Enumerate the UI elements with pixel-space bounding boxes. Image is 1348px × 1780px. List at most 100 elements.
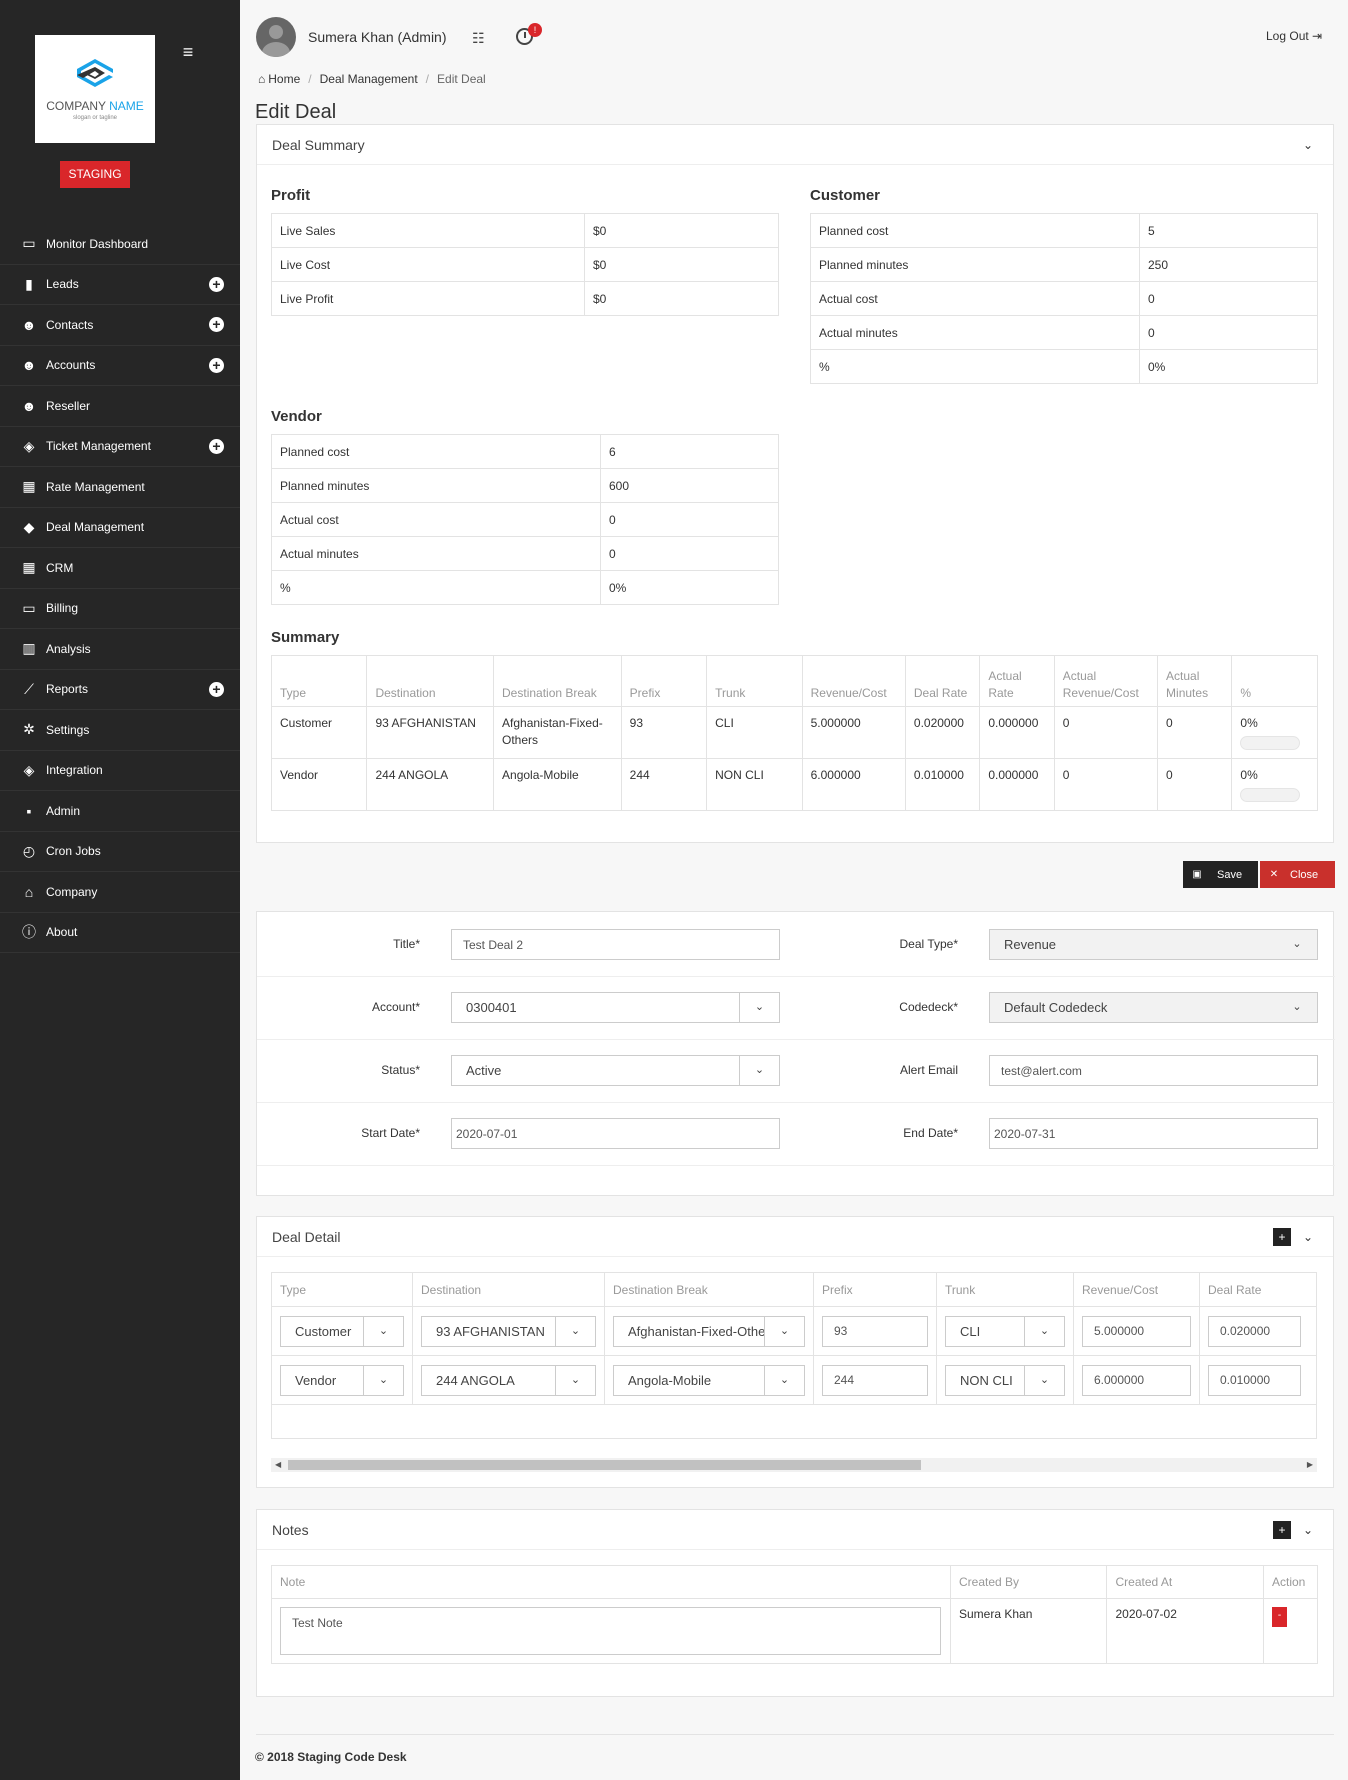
sidebar-item-label: About: [46, 925, 78, 940]
add-detail-button[interactable]: +: [1273, 1228, 1291, 1246]
sidebar-item-accounts[interactable]: ☻ Accounts +: [0, 346, 240, 386]
sidebar-item-contacts[interactable]: ☻ Contacts +: [0, 305, 240, 346]
revenue-cost-input[interactable]: 6.000000: [1082, 1364, 1191, 1396]
breadcrumb-home[interactable]: Home: [268, 72, 300, 86]
delete-note-button[interactable]: -: [1271, 1607, 1287, 1627]
notes-table: Note Created By Created At Action Test Note S…: [271, 1565, 1319, 1664]
codedeck-select[interactable]: Default Codedeck ⌄: [989, 992, 1318, 1023]
sidebar-nav: ▭ Monitor Dashboard ▮ Leads + ☻ Contacts + ☻ Acco…: [0, 224, 240, 953]
end-date-input[interactable]: 2020-07-31: [989, 1118, 1318, 1149]
trunk-select[interactable]: CLI ⌄: [945, 1315, 1065, 1347]
chevron-down-icon[interactable]: ⌄: [1303, 1230, 1313, 1244]
breadcrumb-section[interactable]: Deal Management: [320, 72, 418, 86]
save-button[interactable]: ▣ Save: [1183, 861, 1258, 888]
chevron-down-icon[interactable]: ⌄: [1303, 1523, 1313, 1537]
chevron-down-icon: ⌄: [764, 1365, 804, 1395]
type-select[interactable]: Vendor ⌄: [280, 1364, 404, 1396]
scroll-left-icon[interactable]: ◀: [275, 1458, 281, 1472]
list-icon[interactable]: ☷: [472, 30, 485, 47]
close-button[interactable]: ✕ Close: [1260, 861, 1335, 888]
deal-type-select[interactable]: Revenue ⌄: [989, 929, 1318, 960]
sidebar-item-about[interactable]: ⓘ About: [0, 913, 240, 953]
deal-summary-header[interactable]: Deal Summary ⌄: [257, 125, 1333, 165]
table-cell: 0: [1053, 706, 1159, 759]
sidebar-item-billing[interactable]: ▭ Billing: [0, 589, 240, 629]
sidebar-item-integration[interactable]: ◈ Integration: [0, 751, 240, 791]
scrollbar-thumb[interactable]: [288, 1460, 921, 1470]
add-icon[interactable]: +: [209, 681, 224, 697]
user-name[interactable]: Sumera Khan (Admin): [308, 29, 447, 45]
title-input[interactable]: Test Deal 2: [451, 929, 780, 960]
table-row: Vendor 244 ANGOLA Angola-Mobile 244 NON CLI 6…: [270, 758, 1318, 811]
created-by: Sumera Khan: [949, 1598, 1108, 1664]
account-select[interactable]: 0300401 ⌄: [451, 992, 780, 1023]
chevron-down-icon: ⌄: [1024, 1316, 1064, 1346]
sidebar-item-reports[interactable]: ⟋ Reports +: [0, 670, 240, 710]
sidebar-item-label: Rate Management: [46, 479, 145, 494]
sidebar-item-cron-jobs[interactable]: ◴ Cron Jobs: [0, 832, 240, 872]
deal-rate-input[interactable]: 0.020000: [1208, 1315, 1301, 1347]
end-date-label: End Date*: [903, 1126, 958, 1140]
add-icon[interactable]: +: [209, 357, 224, 373]
destination-break-select[interactable]: Angola-Mobile ⌄: [613, 1364, 805, 1396]
destination-break-select[interactable]: Afghanistan-Fixed-Others ⌄: [613, 1315, 805, 1347]
destination-select[interactable]: 244 ANGOLA ⌄: [421, 1364, 596, 1396]
prefix-input[interactable]: 93: [822, 1315, 928, 1347]
table-row: Vendor ⌄ 244 ANGOLA ⌄ Angola-Mobile ⌄ 244 NON C…: [271, 1355, 1317, 1405]
sidebar-item-admin[interactable]: ▪ Admin: [0, 791, 240, 832]
company-logo[interactable]: COMPANY NAME slogan or tagline: [35, 35, 155, 143]
prefix-input[interactable]: 244: [822, 1364, 928, 1396]
table-row: Actual minutes 0: [271, 536, 779, 571]
cell-text: CLI: [715, 716, 734, 730]
revenue-cost-input[interactable]: 5.000000: [1082, 1315, 1191, 1347]
destination-select[interactable]: 93 AFGHANISTAN ⌄: [421, 1315, 596, 1347]
sidebar-item-analysis[interactable]: ▥ Analysis: [0, 629, 240, 670]
scroll-right-icon[interactable]: ▶: [1307, 1458, 1313, 1472]
sidebar-item-settings[interactable]: ✲ Settings: [0, 710, 240, 751]
cell-text: Vendor: [280, 768, 319, 782]
sidebar-item-ticket-management[interactable]: ◈ Ticket Management +: [0, 427, 240, 467]
grid-icon: ▦: [22, 559, 36, 576]
start-date-input[interactable]: 2020-07-01: [451, 1118, 780, 1149]
deal-type-value: Revenue: [1004, 937, 1057, 952]
sidebar-item-rate-management[interactable]: ▦ Rate Management: [0, 467, 240, 508]
sidebar-item-reseller[interactable]: ☻ Reseller: [0, 386, 240, 427]
table-cell: Angola-Mobile: [493, 758, 622, 811]
alert-email-input[interactable]: test@alert.com: [989, 1055, 1318, 1086]
cell-text: 93: [629, 716, 644, 730]
table-icon: ▦: [22, 478, 36, 495]
deal-rate-input[interactable]: 0.010000: [1208, 1364, 1301, 1396]
table-cell: -: [1262, 1598, 1319, 1664]
row-value: 250: [1139, 247, 1318, 282]
add-icon[interactable]: +: [209, 276, 224, 292]
trunk-select[interactable]: NON CLI ⌄: [945, 1364, 1065, 1396]
table-cell: 244 ANGOLA: [366, 758, 495, 811]
horizontal-scrollbar[interactable]: ◀ ▶: [271, 1458, 1317, 1472]
menu-toggle-icon[interactable]: ≡: [178, 42, 198, 62]
type-select[interactable]: Customer ⌄: [280, 1315, 404, 1347]
status-value: Active: [466, 1063, 502, 1078]
table-cell: 0.020000: [904, 706, 981, 759]
sidebar-item-crm[interactable]: ▦ CRM: [0, 548, 240, 589]
status-select[interactable]: Active ⌄: [451, 1055, 780, 1086]
chevron-down-icon[interactable]: ⌄: [1303, 138, 1313, 152]
destination-break-select-value: Afghanistan-Fixed-Others: [628, 1323, 777, 1339]
logo-text: COMPANY NAME: [46, 99, 144, 113]
breadcrumb: ⌂ Home / Deal Management / Edit Deal: [258, 72, 486, 86]
table-cell: 93: [620, 706, 708, 759]
sidebar-item-deal-management[interactable]: ◆ Deal Management: [0, 508, 240, 548]
avatar[interactable]: [256, 17, 296, 57]
add-icon[interactable]: +: [209, 317, 224, 332]
table-cell: 0.020000: [1199, 1306, 1317, 1356]
logout-link[interactable]: Log Out ⇥: [1266, 29, 1322, 43]
add-note-button[interactable]: +: [1273, 1521, 1291, 1539]
sidebar-item-monitor-dashboard[interactable]: ▭ Monitor Dashboard: [0, 224, 240, 265]
add-icon[interactable]: +: [209, 438, 224, 454]
cell-text: 93 AFGHANISTAN: [375, 716, 476, 730]
destination-select-value: 93 AFGHANISTAN: [436, 1323, 545, 1339]
deal-type-label: Deal Type*: [899, 937, 958, 951]
note-textarea[interactable]: Test Note: [280, 1607, 941, 1655]
sidebar-item-leads[interactable]: ▮ Leads +: [0, 265, 240, 305]
sidebar-item-company[interactable]: ⌂ Company: [0, 872, 240, 913]
monitor-icon: ▭: [22, 235, 36, 252]
